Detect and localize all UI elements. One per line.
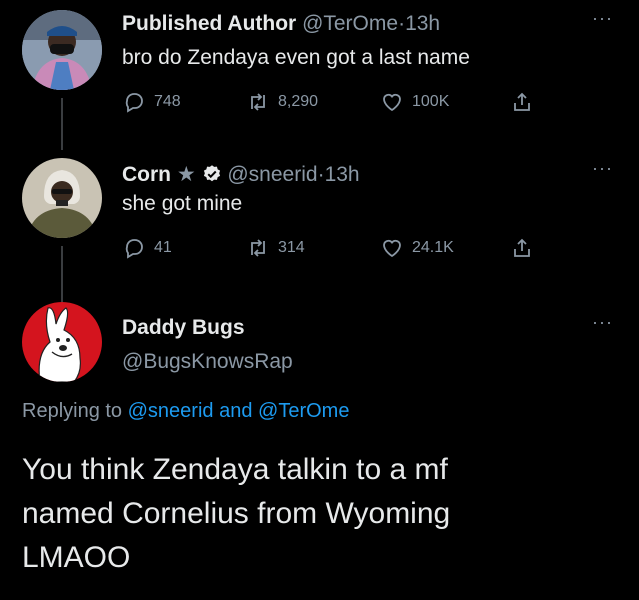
reply-button[interactable]: 748 [122, 88, 181, 116]
avatar-image [22, 302, 102, 382]
main-author-handle[interactable]: @BugsKnowsRap [122, 350, 293, 374]
retweet-button[interactable]: 314 [246, 234, 305, 262]
reply-count: 748 [154, 93, 181, 110]
reply-handle-link[interactable]: @TerOme [258, 400, 349, 422]
more-icon[interactable]: ··· [592, 158, 613, 179]
thread-line [61, 98, 63, 150]
tweet-actions: 41 314 24.1K [122, 234, 542, 262]
verified-icon [203, 165, 220, 182]
avatar-image [22, 158, 102, 238]
thread-line [61, 246, 63, 302]
replying-prefix: Replying to [22, 400, 123, 422]
retweet-count: 8,290 [278, 93, 319, 110]
reply-handle-link[interactable]: @sneerid [128, 400, 214, 422]
reply-icon [125, 93, 143, 113]
reply-icon [125, 239, 143, 259]
like-button[interactable]: 100K [380, 88, 449, 116]
reply-button[interactable]: 41 [122, 234, 172, 262]
tweet-actions: 748 8,290 100K [122, 88, 542, 116]
share-icon [514, 92, 530, 111]
avatar[interactable] [22, 10, 102, 90]
reply-and: and [219, 400, 253, 422]
more-icon[interactable]: ··· [592, 8, 613, 29]
share-button[interactable] [510, 88, 534, 116]
share-icon [514, 238, 530, 257]
author-name[interactable]: Published Author [122, 12, 296, 35]
like-count: 24.1K [412, 239, 454, 256]
reply-count: 41 [154, 239, 172, 256]
like-icon [383, 93, 401, 112]
retweet-button[interactable]: 8,290 [246, 88, 318, 116]
timestamp[interactable]: 13h [405, 12, 440, 35]
avatar[interactable] [22, 302, 102, 382]
author-handle[interactable]: @TerOme [302, 12, 398, 35]
name-emoji: ★ [176, 163, 196, 186]
replying-to: Replying to @sneerid and @TerOme [22, 400, 349, 423]
retweet-count: 314 [278, 239, 305, 256]
avatar-image [22, 10, 102, 90]
tweet-text: she got mine [122, 192, 243, 215]
separator: · [398, 12, 406, 35]
main-author-name[interactable]: Daddy Bugs [122, 316, 245, 340]
author-name[interactable]: Corn [122, 163, 171, 186]
tweet-header: Corn ★ @sneerid·13h [122, 162, 360, 187]
author-name[interactable]: Daddy Bugs [122, 316, 245, 339]
retweet-icon [251, 93, 265, 111]
more-icon[interactable]: ··· [592, 312, 613, 333]
timestamp[interactable]: 13h [325, 163, 360, 186]
author-handle[interactable]: @sneerid [227, 163, 317, 186]
like-button[interactable]: 24.1K [380, 234, 454, 262]
avatar[interactable] [22, 158, 102, 238]
tweet-text: bro do Zendaya even got a last name [122, 46, 470, 69]
main-tweet-text: You think Zendaya talkin to a mf named C… [22, 453, 451, 574]
like-count: 100K [412, 93, 450, 110]
separator: · [317, 163, 325, 186]
share-button[interactable] [510, 234, 534, 262]
like-icon [383, 239, 401, 258]
tweet-header: Published Author @TerOme·13h [122, 12, 440, 36]
retweet-icon [251, 239, 265, 257]
